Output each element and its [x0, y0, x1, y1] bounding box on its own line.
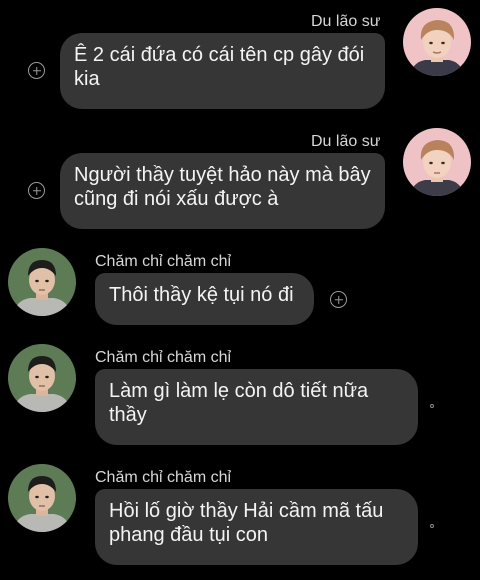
message-bubble[interactable]: Làm gì làm lẹ còn dô tiết nữa thầy [95, 369, 418, 445]
avatar-image [8, 344, 76, 412]
message-bubble[interactable]: Thôi thầy kệ tụi nó đi [95, 273, 314, 325]
avatar-du-lao-su[interactable] [403, 8, 471, 76]
sender-name: Du lão sư [311, 13, 381, 30]
avatar-cham-chi[interactable] [8, 464, 76, 532]
avatar-image [8, 464, 76, 532]
add-reaction-icon[interactable] [28, 182, 45, 199]
sender-name: Chăm chỉ chăm chỉ [95, 349, 232, 366]
sender-name: Chăm chỉ chăm chỉ [95, 469, 232, 486]
sender-name: Du lão sư [311, 133, 381, 150]
avatar-cham-chi[interactable] [8, 248, 76, 316]
sender-name: Chăm chỉ chăm chỉ [95, 253, 232, 270]
avatar-image [403, 128, 471, 196]
add-reaction-icon[interactable] [330, 291, 347, 308]
read-receipt-dot-icon [430, 404, 434, 408]
message-bubble[interactable]: Người thầy tuyệt hảo này mà bây cũng đi … [60, 153, 385, 229]
message-bubble[interactable]: Ê 2 cái đứa có cái tên cp gây đói kia [60, 33, 385, 109]
avatar-cham-chi[interactable] [8, 344, 76, 412]
avatar-du-lao-su[interactable] [403, 128, 471, 196]
avatar-image [403, 8, 471, 76]
message-bubble[interactable]: Hồi lố giờ thầy Hải cầm mã tấu phang đầu… [95, 489, 418, 565]
add-reaction-icon[interactable] [28, 62, 45, 79]
avatar-image [8, 248, 76, 316]
read-receipt-dot-icon [430, 524, 434, 528]
